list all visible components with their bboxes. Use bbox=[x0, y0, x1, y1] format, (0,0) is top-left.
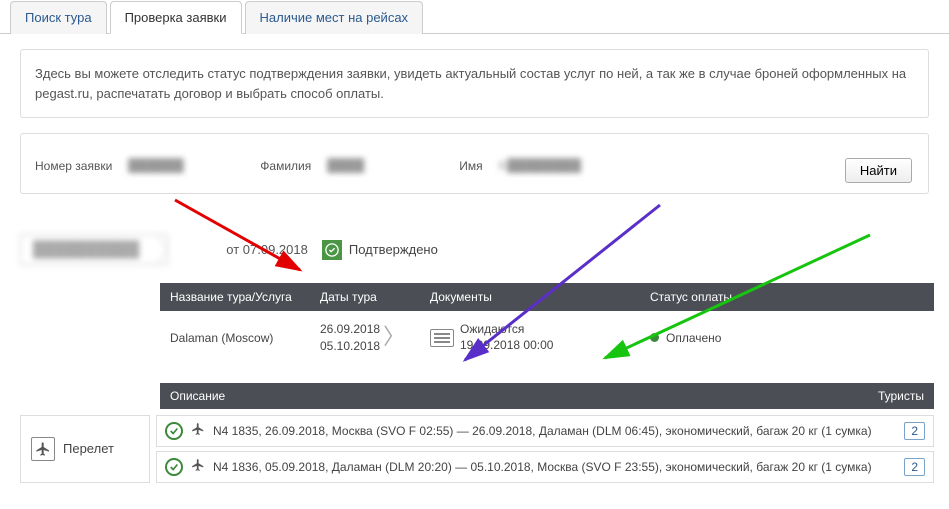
th-payment: Статус оплаты bbox=[650, 290, 924, 304]
tourist-count-badge[interactable]: 2 bbox=[904, 422, 925, 440]
flight-text: N4 1835, 26.09.2018, Москва (SVO F 02:55… bbox=[213, 424, 896, 438]
document-icon bbox=[430, 329, 454, 347]
surname-input[interactable] bbox=[319, 152, 429, 179]
services-table-header: Название тура/Услуга Даты тура Документы… bbox=[160, 283, 934, 311]
tourists-header: Туристы bbox=[878, 389, 924, 403]
find-button[interactable]: Найти bbox=[845, 158, 912, 183]
surname-label: Фамилия bbox=[260, 159, 311, 173]
plane-icon bbox=[191, 458, 205, 475]
check-circle-icon bbox=[165, 422, 183, 440]
details-header: Описание Туристы bbox=[160, 383, 934, 409]
docs-date: 19.09.2018 00:00 bbox=[460, 338, 553, 354]
name-input[interactable] bbox=[491, 152, 601, 179]
payment-status: Оплачено bbox=[666, 331, 721, 345]
plane-icon bbox=[31, 437, 55, 461]
tab-search-tour[interactable]: Поиск тура bbox=[10, 1, 107, 34]
th-dates: Даты тура bbox=[320, 290, 430, 304]
status-dot-icon bbox=[650, 333, 659, 342]
booking-number-label: Номер заявки bbox=[35, 159, 112, 173]
booking-number-tag: ██████████ bbox=[20, 234, 168, 265]
desc-header: Описание bbox=[170, 389, 225, 403]
flight-row: N4 1835, 26.09.2018, Москва (SVO F 02:55… bbox=[156, 415, 934, 447]
confirm-text: Подтверждено bbox=[349, 242, 438, 257]
confirm-badge: Подтверждено bbox=[322, 240, 438, 260]
docs-status: Ожидаются bbox=[460, 322, 553, 338]
search-panel: Номер заявки Фамилия Имя Найти bbox=[20, 133, 929, 194]
flight-row: N4 1836, 05.09.2018, Даламан (DLM 20:20)… bbox=[156, 451, 934, 483]
booking-number-input[interactable] bbox=[120, 152, 230, 179]
tab-check-booking[interactable]: Проверка заявки bbox=[110, 1, 242, 34]
tab-seat-availability[interactable]: Наличие мест на рейсах bbox=[245, 1, 424, 34]
check-circle-icon bbox=[165, 458, 183, 476]
flight-label-text: Перелет bbox=[63, 441, 114, 456]
booking-date: от 07.09.2018 bbox=[226, 242, 308, 257]
th-documents: Документы bbox=[430, 290, 650, 304]
info-text: Здесь вы можете отследить статус подтвер… bbox=[20, 49, 929, 118]
name-label: Имя bbox=[459, 159, 482, 173]
flight-text: N4 1836, 05.09.2018, Даламан (DLM 20:20)… bbox=[213, 460, 896, 474]
th-tour-name: Название тура/Услуга bbox=[170, 290, 320, 304]
tab-bar: Поиск тура Проверка заявки Наличие мест … bbox=[0, 0, 949, 34]
booking-status-row: ██████████ от 07.09.2018 Подтверждено bbox=[20, 234, 949, 265]
tour-name: Dalaman (Moscow) bbox=[170, 331, 320, 345]
flight-section-label: Перелет bbox=[20, 415, 150, 483]
tourist-count-badge[interactable]: 2 bbox=[904, 458, 925, 476]
tour-date-end: 05.10.2018 bbox=[320, 338, 380, 355]
tour-date-start: 26.09.2018 bbox=[320, 321, 380, 338]
plane-icon bbox=[191, 422, 205, 439]
service-row: Dalaman (Moscow) 26.09.2018 05.10.2018 〉… bbox=[160, 311, 934, 365]
chevron-right-icon: 〉 bbox=[383, 322, 405, 353]
check-icon bbox=[322, 240, 342, 260]
